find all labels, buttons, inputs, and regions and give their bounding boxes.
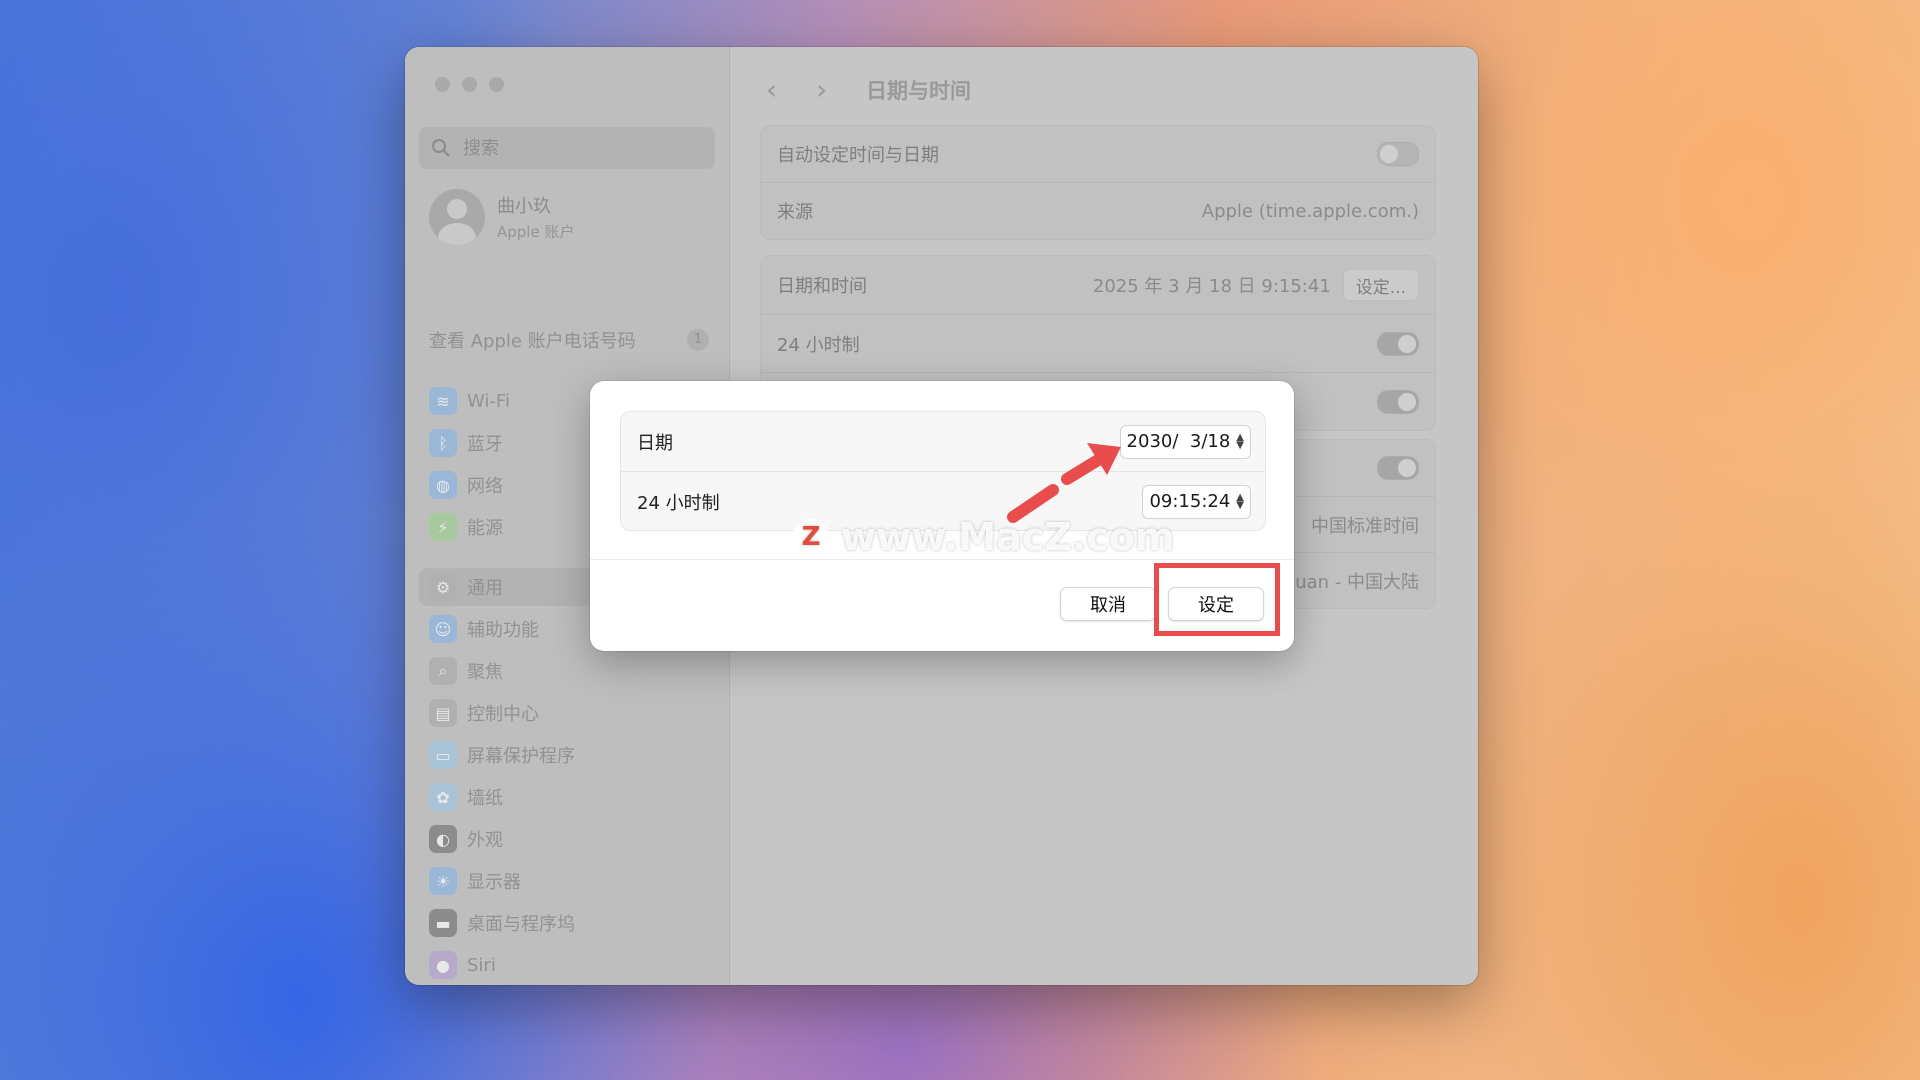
- hour24-label: 24 小时制: [777, 334, 860, 356]
- sidebar-item-dock[interactable]: ▬ 桌面与程序坞: [419, 904, 715, 942]
- sidebar-item-screensaver[interactable]: ▭ 屏幕保护程序: [419, 736, 715, 774]
- hour24-toggle[interactable]: [1377, 331, 1419, 356]
- zoom-window-button[interactable]: [489, 77, 504, 92]
- spotlight-icon: ⌕: [429, 657, 457, 685]
- minimize-window-button[interactable]: [462, 77, 477, 92]
- datetime-value: 2025 年 3 月 18 日 9:15:41: [1092, 276, 1331, 297]
- sidebar-item-label: 能源: [467, 518, 503, 539]
- time-stepper-arrows-icon[interactable]: ▲ ▼: [1236, 492, 1244, 510]
- sidebar-item-spotlight[interactable]: ⌕ 聚焦: [419, 652, 715, 690]
- sidebar-item-label: 聚焦: [467, 662, 503, 683]
- auto-timezone-toggle[interactable]: [1377, 456, 1419, 480]
- sidebar-item-label: 外观: [467, 830, 503, 851]
- cancel-button[interactable]: 取消: [1060, 587, 1156, 621]
- control-center-icon: ▤: [429, 699, 457, 727]
- search-box[interactable]: [419, 127, 715, 169]
- sidebar-item-appearance[interactable]: ◐ 外观: [419, 820, 715, 858]
- watermark-logo-icon: Z: [793, 519, 829, 555]
- display-icon: ☀: [429, 867, 457, 895]
- sidebar-item-label: 辅助功能: [467, 620, 539, 641]
- date-value[interactable]: 2030/ 3/18: [1127, 431, 1231, 452]
- dialog-divider: [590, 559, 1294, 560]
- sidebar-item-siri[interactable]: ● Siri: [419, 946, 715, 984]
- timezone-value: 中国标准时间: [1311, 515, 1419, 537]
- sidebar-item-label: 墙纸: [467, 788, 503, 809]
- time-value[interactable]: 09:15:24: [1149, 491, 1230, 512]
- forward-chevron-icon[interactable]: ›: [816, 73, 846, 106]
- toolbar: ‹ › 日期与时间: [766, 73, 971, 106]
- date-label: 日期: [637, 432, 673, 454]
- account-name: 曲小玖: [497, 196, 551, 217]
- auto-set-label: 自动设定时间与日期: [777, 145, 939, 166]
- auto-time-group: 自动设定时间与日期 来源 Apple (time.apple.com.): [760, 125, 1436, 240]
- dialog-fields: 日期 2030/ 3/18 ▲ ▼ 24 小时制 09:15:24 ▲ ▼: [620, 411, 1266, 531]
- gear-icon: ⚙: [429, 573, 457, 601]
- notification-badge: 1: [687, 329, 709, 351]
- sidebar-item-wallpaper[interactable]: ✿ 墙纸: [419, 778, 715, 816]
- sidebar-item-label: 桌面与程序坞: [467, 914, 575, 935]
- avatar: [429, 189, 485, 245]
- watermark: Z www.MacZ.com: [793, 515, 1175, 559]
- annotation-arrow-icon: [1007, 443, 1121, 523]
- page-title: 日期与时间: [866, 78, 971, 103]
- source-value: Apple (time.apple.com.): [1201, 200, 1419, 222]
- date-stepper-arrows-icon[interactable]: ▲ ▼: [1236, 432, 1244, 450]
- sidebar-item-label: 通用: [467, 578, 503, 599]
- auto-set-toggle[interactable]: [1377, 142, 1419, 166]
- sidebar-item-label: Wi-Fi: [467, 390, 510, 412]
- location-value: guan - 中国大陆: [1283, 571, 1419, 593]
- show-ampm-toggle[interactable]: [1377, 389, 1419, 414]
- wifi-icon: ≋: [429, 387, 457, 415]
- close-window-button[interactable]: [435, 77, 450, 92]
- sidebar-item-label: Siri: [467, 954, 496, 976]
- search-input[interactable]: [461, 136, 705, 160]
- back-chevron-icon[interactable]: ‹: [766, 73, 796, 106]
- account-subtitle: Apple 账户: [497, 223, 575, 241]
- date-stepper[interactable]: 2030/ 3/18 ▲ ▼: [1119, 424, 1251, 459]
- appearance-icon: ◐: [429, 825, 457, 853]
- globe-icon: ◍: [429, 471, 457, 499]
- highlight-box: [1154, 563, 1280, 636]
- phone-number-link[interactable]: 查看 Apple 账户电话号码 1: [429, 327, 709, 353]
- search-icon: [432, 139, 450, 157]
- wallpaper-icon: ✿: [429, 783, 457, 811]
- watermark-text: www.MacZ.com: [841, 515, 1175, 559]
- sidebar-item-control-center[interactable]: ▤ 控制中心: [419, 694, 715, 732]
- sidebar-item-label: 显示器: [467, 872, 521, 893]
- sidebar-item-display[interactable]: ☀ 显示器: [419, 862, 715, 900]
- accessibility-icon: ☺: [429, 615, 457, 643]
- sidebar-item-label: 控制中心: [467, 704, 539, 725]
- phone-link-label: 查看 Apple 账户电话号码: [429, 331, 636, 352]
- datetime-label: 日期和时间: [777, 276, 867, 297]
- sidebar-item-label: 屏幕保护程序: [467, 746, 575, 767]
- traffic-lights: [435, 77, 504, 92]
- time-stepper[interactable]: 09:15:24 ▲ ▼: [1142, 484, 1251, 519]
- sidebar-item-label: 网络: [467, 476, 503, 497]
- dock-icon: ▬: [429, 909, 457, 937]
- sidebar-item-label: 蓝牙: [467, 434, 503, 455]
- time-label: 24 小时制: [637, 492, 720, 514]
- set-datetime-button[interactable]: 设定...: [1342, 269, 1419, 301]
- apple-account[interactable]: 曲小玖 Apple 账户: [429, 189, 574, 245]
- siri-icon: ●: [429, 951, 457, 979]
- source-label: 来源: [777, 202, 813, 223]
- battery-icon: ⚡: [429, 513, 457, 541]
- screensaver-icon: ▭: [429, 741, 457, 769]
- bluetooth-icon: ᛒ: [429, 429, 457, 457]
